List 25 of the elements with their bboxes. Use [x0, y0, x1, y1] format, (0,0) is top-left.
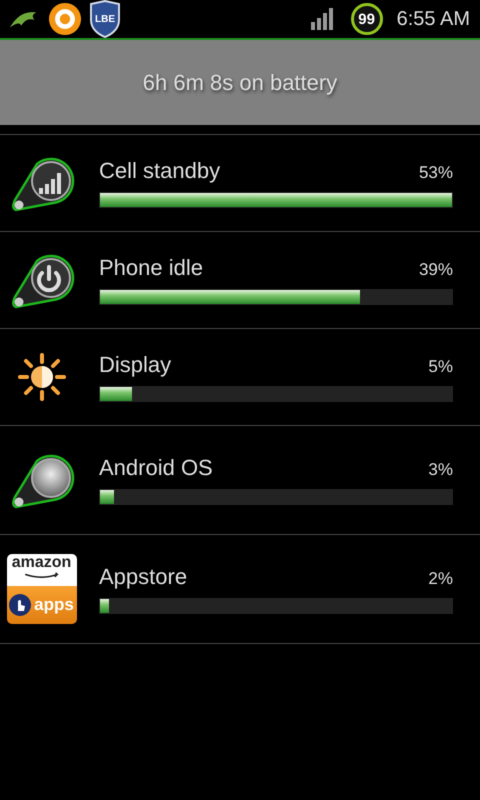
shield-label: LBE [95, 14, 115, 25]
percent-text: 3% [428, 460, 453, 480]
clock: 6:55 AM [396, 8, 470, 30]
percent-text: 39% [418, 260, 453, 280]
usage-row[interactable]: Display 5% [0, 329, 480, 426]
sun-icon [16, 352, 66, 402]
usage-row[interactable]: Android OS 3% [0, 426, 480, 535]
signal-icon [310, 8, 335, 30]
shield-icon [90, 0, 120, 38]
logo-text: amazon [12, 554, 72, 572]
percent-text: 53% [418, 163, 453, 183]
app-name: Phone idle [99, 255, 203, 281]
ring-app-icon [48, 2, 82, 36]
app-name: Android OS [99, 455, 213, 481]
battery-time-text: 6h 6m 8s on battery [142, 70, 338, 96]
usage-row[interactable]: amazon apps Appstore 2% [0, 535, 480, 644]
percent-text: 5% [428, 357, 453, 377]
app-name: Display [99, 352, 172, 378]
percent-text: 2% [428, 569, 453, 589]
usage-row[interactable]: Cell standby 53% [0, 135, 480, 232]
app-name: Appstore [99, 564, 188, 590]
battery-indicator: 99 [350, 3, 383, 35]
logo-text: apps [34, 595, 74, 615]
usage-row[interactable]: Phone idle 39% [0, 232, 480, 329]
app-name: Cell standby [99, 158, 220, 184]
